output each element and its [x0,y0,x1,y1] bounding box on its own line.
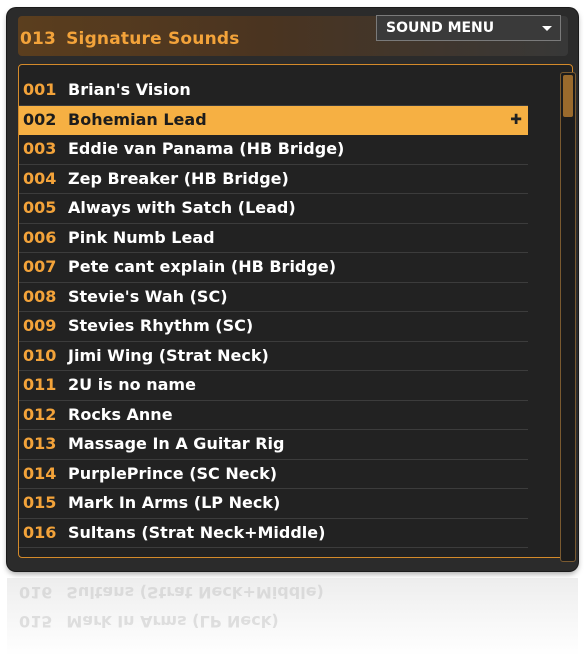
sound-number: 007 [23,257,57,276]
list-item[interactable]: 011 2U is no name [19,371,528,401]
sound-number: 012 [23,404,57,424]
bank-title: 013 Signature Sounds [20,29,240,49]
reflection-row: 016 Sultans (Strat Neck+Middle) [19,583,324,602]
sound-name: Jimi Wing (Strat Neck) [68,345,269,365]
sound-name: Sultans (Strat Neck+Middle) [68,522,326,542]
sound-number: 003 [23,139,57,158]
list-item[interactable]: 012 Rocks Anne [19,401,528,430]
sound-name: Stevie's Wah (SC) [68,286,228,306]
sound-menu-label: SOUND MENU [386,20,495,36]
scrollbar-thumb[interactable] [563,75,573,117]
sound-name: Eddie van Panama (HB Bridge) [68,139,345,158]
bank-number: 013 [20,29,57,49]
sound-number: 014 [23,463,57,483]
sound-number: 009 [23,316,57,335]
sound-name: Rocks Anne [68,404,173,424]
bank-name: Signature Sounds [66,29,240,49]
list-item[interactable]: 003 Eddie van Panama (HB Bridge) [19,135,528,165]
sound-number: 006 [23,227,57,247]
list-item[interactable]: 013 Massage In A Guitar Rig [19,430,528,460]
list-item[interactable]: 010 Jimi Wing (Strat Neck) [19,342,528,371]
sound-number: 013 [23,434,57,453]
sound-name: 2U is no name [68,375,196,394]
scrollbar[interactable] [560,72,576,562]
sound-number: 010 [23,345,57,365]
list-item[interactable]: 008 Stevie's Wah (SC) [19,283,528,312]
chevron-down-icon [542,26,552,31]
sound-name: Zep Breaker (HB Bridge) [68,168,289,188]
list-item[interactable]: 015 Mark In Arms (LP Neck) [19,489,528,519]
list-item[interactable]: 014 PurplePrince (SC Neck) [19,460,528,489]
sound-list: 001 Brian's Vision 002 Bohemian Lead ✚ 003 Edd… [19,76,528,548]
sound-number: 016 [23,522,57,542]
sound-menu-dropdown[interactable]: SOUND MENU [376,15,561,41]
panel-reflection: 015 Mark In Arms (LP Neck) 016 Sultans (Str… [7,578,578,656]
list-item[interactable]: 006 Pink Numb Lead [19,224,528,253]
list-item-selected[interactable]: 002 Bohemian Lead ✚ [19,105,528,135]
sound-number: 005 [23,198,57,217]
sound-name: Always with Satch (Lead) [68,198,296,217]
sound-name: Pink Numb Lead [68,227,215,247]
reflection-row: 015 Mark In Arms (LP Neck) [19,612,279,631]
sound-name: Pete cant explain (HB Bridge) [68,257,336,276]
list-item[interactable]: 001 Brian's Vision [19,76,528,106]
list-item[interactable]: 004 Zep Breaker (HB Bridge) [19,165,528,194]
sound-name: Stevies Rhythm (SC) [68,316,254,335]
sound-number: 004 [23,168,57,188]
list-item[interactable]: 007 Pete cant explain (HB Bridge) [19,253,528,283]
sound-number: 001 [23,80,57,99]
sound-number: 002 [23,109,57,129]
sound-number: 011 [23,375,57,394]
sound-number: 015 [23,493,57,512]
list-item[interactable]: 009 Stevies Rhythm (SC) [19,312,528,342]
sound-name: Mark In Arms (LP Neck) [68,493,281,512]
sound-name: PurplePrince (SC Neck) [68,463,278,483]
list-item[interactable]: 005 Always with Satch (Lead) [19,194,528,224]
sound-name: Bohemian Lead [68,109,207,129]
move-icon[interactable]: ✚ [510,106,522,134]
list-item[interactable]: 016 Sultans (Strat Neck+Middle) [19,519,528,548]
sound-name: Brian's Vision [68,80,191,99]
sound-number: 008 [23,286,57,306]
sound-name: Massage In A Guitar Rig [68,434,285,453]
